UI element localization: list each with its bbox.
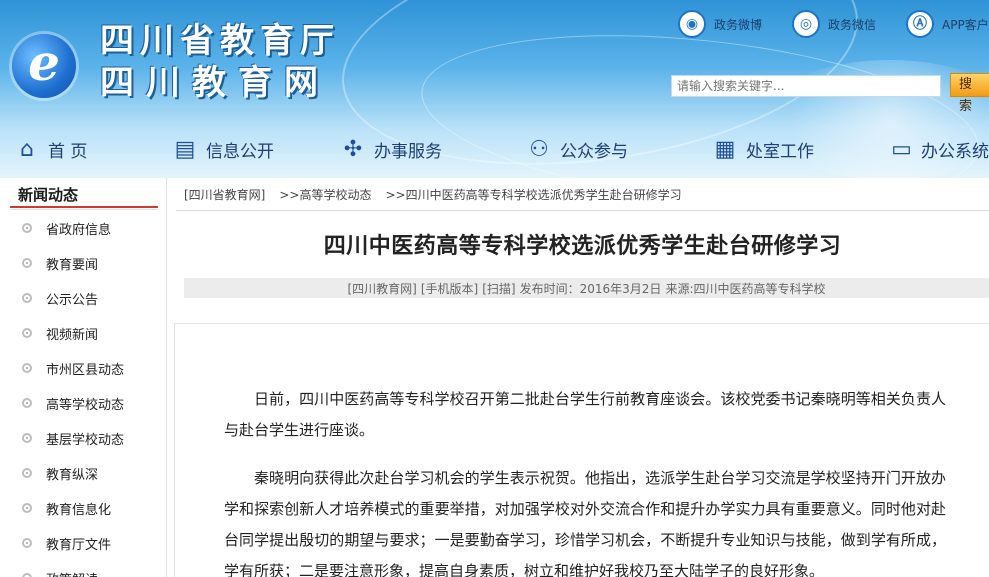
meta-site-link[interactable]: [四川教育网] [348,280,417,297]
wechat-link-label: 政务微信 [828,17,877,32]
nav-public-participation-label: 公众参与 [560,141,628,162]
calendar-icon: ▦ [714,136,736,162]
sidebar-item-label: 高等学校动态 [46,397,125,413]
weibo-icon: ◉ [678,10,706,38]
sidebar-item-label: 教育要闻 [46,257,99,273]
nav-home-label: 首 页 [48,141,88,162]
sidebar-item-label: 教育信息化 [46,502,112,518]
bullet-icon [22,223,32,233]
divider [176,210,989,211]
divider [10,209,158,210]
bullet-icon [22,398,32,408]
site-name[interactable]: 四川省教育厅 四川教育网 [100,20,340,104]
meta-mobile-link[interactable]: [手机版本] [421,280,478,297]
sidebar-item-provincial-gov-info[interactable]: 省政府信息 [22,218,158,238]
bullet-icon [22,363,32,373]
search-button[interactable]: 搜 索 [950,73,989,114]
sidebar-item-label: 公示公告 [46,292,99,308]
app-link[interactable]: Ⓐ APP客户 [906,10,989,38]
user-icon: ⚇ [529,136,549,162]
nav-services-label: 办事服务 [374,141,442,162]
sidebar-item-education-news[interactable]: 教育要闻 [22,253,158,273]
article-paragraph: 日前，四川中医药高等专科学校召开第二批赴台学生行前教育座谈会。该校党委书记秦晓明… [224,390,946,439]
nav-department-work[interactable]: ▦ 处室工作 [712,130,814,168]
search-input[interactable] [671,75,941,97]
nav-department-work-label: 处室工作 [746,141,814,162]
divider [166,178,167,577]
breadcrumb-item[interactable]: [四川省教育网] [184,186,265,203]
wechat-link[interactable]: ◎ 政务微信 [792,10,876,38]
meta-publish-date: 发布时间：2016年3月2日 [519,281,662,296]
bullet-icon [22,328,32,338]
sidebar-item-label: 市州区县动态 [46,362,125,378]
article-title: 四川中医药高等专科学校选派优秀学生赴台研修学习 [323,234,842,259]
site-name-line2: 四川教育网 [100,63,330,103]
sidebar-item-announcements[interactable]: 公示公告 [22,288,158,308]
nav-office-system-label: 办公系统 [921,141,989,162]
sidebar-item-label: 政策解读 [46,569,98,577]
sidebar-item-label: 视频新闻 [46,327,99,343]
sidebar-item-label: 省政府信息 [46,222,112,238]
app-icon: Ⓐ [906,10,934,38]
breadcrumb-item[interactable]: >>四川中医药高等专科学校选派优秀学生赴台研修学习 [386,186,682,203]
sidebar-item-department-docs[interactable]: 教育厅文件 [22,533,158,553]
sidebar-item-video-news[interactable]: 视频新闻 [22,323,158,343]
nav-services[interactable]: ✣ 办事服务 [340,130,442,168]
bullet-icon [22,538,32,548]
document-icon: ▤ [174,136,196,162]
wechat-icon: ◎ [792,10,820,38]
sidebar-item-label: 教育纵深 [46,467,99,483]
site-header: e 四川省教育厅 四川教育网 ◉ 政务微博 ◎ 政务微信 Ⓐ APP客户 搜 索… [0,0,989,178]
nav-public-participation[interactable]: ⚇ 公众参与 [526,130,628,168]
article-meta: [四川教育网] [手机版本] [扫描] 发布时间：2016年3月2日 来源:四川… [184,278,989,298]
article-paragraph: 秦晓明向获得此次赴台学习机会的学生表示祝贺。他指出，选派学生赴台学习交流是学校坚… [224,469,946,577]
breadcrumb-item[interactable]: >>高等学校动态 [279,186,371,203]
sidebar-item-education-depth[interactable]: 教育纵深 [22,463,158,483]
nav-info-disclosure-label: 信息公开 [206,141,274,162]
weibo-link[interactable]: ◉ 政务微博 [678,10,762,38]
sidebar-item-label: 基层学校动态 [46,432,125,448]
sidebar: 新闻动态 省政府信息 教育要闻 公示公告 视频新闻 市州区县动态 高等学校动态 … [0,178,158,577]
bullet-icon [22,258,32,268]
main-nav: ⌂ 首 页 ▤ 信息公开 ✣ 办事服务 ⚇ 公众参与 ▦ 处室工作 ▭ 办公系统 [0,130,989,168]
nav-info-disclosure[interactable]: ▤ 信息公开 [172,130,274,168]
site-logo-icon[interactable]: e [12,34,76,98]
meta-scan-link[interactable]: [扫描] [482,280,515,297]
bullet-icon [22,468,32,478]
service-icon: ✣ [343,136,363,162]
nav-office-system[interactable]: ▭ 办公系统 [890,130,989,168]
meta-source: 来源:四川中医药高等专科学校 [665,281,826,296]
app-link-label: APP客户 [942,17,989,32]
home-icon: ⌂ [20,136,34,162]
bullet-icon [22,293,32,303]
sidebar-item-school-news[interactable]: 基层学校动态 [22,428,158,448]
nav-home[interactable]: ⌂ 首 页 [14,130,87,168]
weibo-link-label: 政务微博 [714,17,763,32]
bullet-icon [22,433,32,443]
sidebar-item-city-county-news[interactable]: 市州区县动态 [22,358,158,378]
breadcrumb: [四川省教育网] >>高等学校动态 >>四川中医药高等专科学校选派优秀学生赴台研… [184,186,696,203]
monitor-icon: ▭ [891,136,912,162]
site-name-line1: 四川省教育厅 [100,21,340,61]
bullet-icon [22,503,32,513]
sidebar-item-university-news[interactable]: 高等学校动态 [22,393,158,413]
sidebar-title[interactable]: 新闻动态 [18,184,78,205]
sidebar-item-policy-interpretation[interactable]: 政策解读 [22,568,158,577]
divider [10,206,158,208]
sidebar-item-label: 教育厅文件 [46,537,112,553]
bullet-icon [22,573,32,577]
sidebar-item-education-it[interactable]: 教育信息化 [22,498,158,518]
